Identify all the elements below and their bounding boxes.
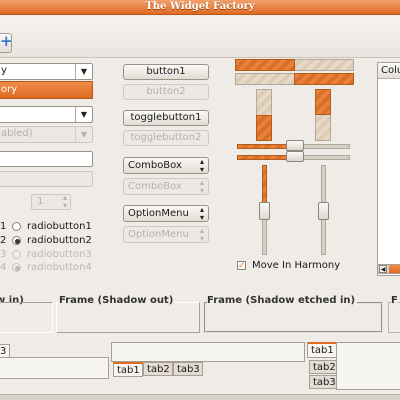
chevron-down-icon: ▼: [75, 127, 92, 142]
checkbox-icon[interactable]: ✓: [237, 261, 246, 271]
hscale-knob-1[interactable]: [286, 140, 304, 151]
text-entry-disabled: [0, 171, 93, 187]
radio-icon[interactable]: [12, 236, 21, 245]
window-title: The Widget Factory: [145, 1, 255, 12]
frame-shadow-in: [0, 302, 53, 333]
tab-right-3[interactable]: tab3: [309, 375, 337, 389]
vscale-knob-1[interactable]: [259, 202, 270, 220]
progress-fill: [315, 89, 331, 115]
frame-etched-in-label: Frame (Shadow etched in): [207, 295, 358, 306]
vscale-knob-2[interactable]: [318, 202, 329, 220]
button2: button2: [123, 84, 209, 100]
tab-middle-2[interactable]: tab2: [143, 362, 173, 376]
spin-button: 1 ▴ ▾: [31, 193, 71, 210]
togglebutton2: togglebutton2: [123, 130, 209, 146]
progress-bar-top: [235, 59, 354, 71]
move-in-harmony-checkbox[interactable]: ✓ Move In Harmony: [237, 260, 357, 272]
window-bottom-edge: [0, 394, 400, 400]
combo-entry-2[interactable]: ▼: [0, 106, 93, 123]
radio-row-2[interactable]: 2 radiobutton2: [0, 235, 100, 247]
frame-out-label: Frame (Shadow out): [59, 295, 176, 306]
radio-row-4: 4 radiobutton4: [0, 262, 92, 273]
tab-middle-1[interactable]: tab1: [113, 362, 143, 377]
combo-entry-text: y: [1, 65, 7, 76]
progress-bar-bottom: [235, 73, 354, 85]
tab-middle-3[interactable]: tab3: [173, 362, 203, 376]
updown-icon: ▴ ▾: [199, 226, 204, 243]
tab-right-2[interactable]: tab2: [309, 360, 337, 374]
togglebutton1[interactable]: togglebutton1: [123, 110, 209, 126]
text-entry[interactable]: [0, 151, 93, 167]
notebook-left-panel: [0, 357, 109, 379]
frame-shadow-etched-in: [204, 302, 383, 333]
hscrollbar[interactable]: ◀: [377, 264, 400, 274]
chevron-down-icon[interactable]: ▼: [75, 107, 92, 122]
tab-right-1[interactable]: tab1: [307, 342, 337, 358]
checkbox-label: Move In Harmony: [252, 260, 341, 271]
combo-disabled-text: abled): [1, 128, 33, 139]
vertical-progress-right: [315, 89, 331, 141]
frame-last: [388, 302, 400, 333]
notebook-right-panel: [336, 342, 400, 390]
combo-entry[interactable]: y ▼: [0, 63, 93, 80]
scroll-left-icon[interactable]: ◀: [379, 265, 387, 273]
progress-fill: [256, 115, 272, 141]
chevron-down-icon[interactable]: ▼: [75, 64, 92, 79]
notebook-middle-panel: [111, 342, 305, 362]
updown-icon: ▴ ▾: [199, 178, 204, 195]
tab-left-3[interactable]: 3: [0, 344, 10, 358]
updown-icon: ▴ ▾: [199, 157, 204, 174]
radio-icon[interactable]: [12, 222, 21, 231]
add-icon: +: [0, 32, 13, 50]
vertical-progress-left: [256, 89, 272, 141]
optionmenu-2: OptionMenu ▴ ▾: [123, 226, 209, 243]
spin-arrows-icon: ▾: [62, 201, 67, 210]
scroll-thumb[interactable]: [389, 265, 400, 273]
tree-view[interactable]: Colu: [377, 62, 400, 276]
column-header[interactable]: Colu: [378, 63, 400, 79]
radio-icon: [12, 263, 21, 272]
progress-fill: [294, 73, 354, 85]
frame-last-label: F: [391, 295, 398, 306]
add-button[interactable]: +: [0, 32, 13, 53]
optionmenu-1[interactable]: OptionMenu ▴ ▾: [123, 205, 209, 222]
updown-icon: ▴ ▾: [199, 205, 204, 222]
combo-entry-disabled: abled) ▼: [0, 126, 93, 143]
combobox-1[interactable]: ComboBox ▴ ▾: [123, 157, 209, 174]
hscale-knob-2[interactable]: [286, 151, 304, 162]
combobox-2: ComboBox ▴ ▾: [123, 178, 209, 195]
spin-value: 1: [37, 196, 44, 207]
radio-row-3: 3 radiobutton3: [0, 249, 92, 260]
button1[interactable]: button1: [123, 64, 209, 80]
combo-popup-item[interactable]: ory: [0, 81, 93, 99]
frame-shadow-out: [56, 302, 200, 333]
progress-fill: [235, 59, 295, 71]
toolbar: [0, 16, 400, 58]
radio-icon: [12, 250, 21, 259]
radio-row-1[interactable]: 1 radiobutton1: [0, 221, 100, 233]
